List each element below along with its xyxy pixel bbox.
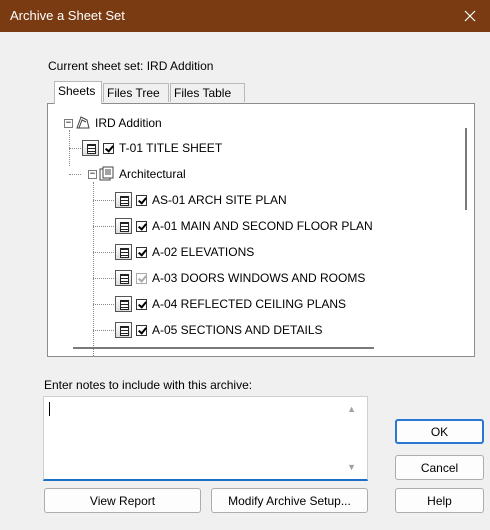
subset-icon [99,166,114,181]
tree-item-label: Architectural [119,167,186,181]
sheet-checkbox [136,272,147,284]
tree-item-label: A-04 REFLECTED CEILING PLANS [152,297,347,311]
sheet-icon [82,140,99,156]
tab-sheets[interactable]: Sheets [54,81,102,104]
tree-item-label: A-02 ELEVATIONS [152,245,255,259]
sheet-checkbox[interactable] [136,194,147,206]
tree-connector [93,278,114,279]
sheet-icon [115,244,132,260]
notes-label: Enter notes to include with this archive… [44,378,253,392]
notes-textarea[interactable]: ▲ ▼ [43,396,368,481]
tree-connector [93,252,114,253]
tree-connector [69,148,81,149]
tree-item-label: A-01 MAIN AND SECOND FLOOR PLAN [152,219,373,233]
collapse-icon[interactable]: − [88,169,97,179]
tree-item-sheet[interactable]: A-03 DOORS WINDOWS AND ROOMS [115,265,365,291]
view-report-button[interactable]: View Report [44,488,201,513]
scroll-down-icon[interactable]: ▼ [347,462,356,472]
sheet-checkbox[interactable] [136,324,147,336]
cancel-button[interactable]: Cancel [395,455,484,480]
tree-connector [69,174,81,175]
text-caret [49,402,50,416]
tree-item-sheet[interactable]: AS-01 ARCH SITE PLAN [115,187,287,213]
vertical-scrollbar[interactable] [465,128,467,210]
tab-files-table[interactable]: Files Table [170,83,245,102]
sheet-icon [115,296,132,312]
close-button[interactable] [450,0,490,32]
tree-item-label: A-05 SECTIONS AND DETAILS [152,323,323,337]
sheet-icon [115,270,132,286]
sheet-icon [115,218,132,234]
current-sheet-set-label: Current sheet set: IRD Addition [48,59,214,73]
title-bar: Archive a Sheet Set [0,0,490,32]
tree-item-root[interactable]: − IRD Addition [64,110,162,136]
tree-item-label: IRD Addition [95,116,162,130]
tree-item-subset[interactable]: − Architectural [88,161,186,187]
tree-item-sheet[interactable]: A-02 ELEVATIONS [115,239,254,265]
sheet-tree[interactable]: − IRD Addition T-01 TITLE SHEET − Archit… [47,103,475,357]
sheet-set-icon [76,116,90,129]
horizontal-scrollbar[interactable] [73,347,374,349]
tree-item-sheet[interactable]: A-04 REFLECTED CEILING PLANS [115,291,346,317]
tree-connector [93,200,114,201]
sheet-checkbox[interactable] [136,298,147,310]
scroll-up-icon[interactable]: ▲ [347,404,356,414]
tree-item-sheet[interactable]: T-01 TITLE SHEET [82,135,222,161]
modify-archive-setup-button[interactable]: Modify Archive Setup... [211,488,368,513]
tree-item-label: T-01 TITLE SHEET [119,141,223,155]
tree-item-label: A-03 DOORS WINDOWS AND ROOMS [152,271,366,285]
tree-item-sheet[interactable]: A-01 MAIN AND SECOND FLOOR PLAN [115,213,373,239]
tree-connector [93,226,114,227]
sheet-checkbox[interactable] [136,220,147,232]
close-icon [464,10,476,22]
tree-item-sheet[interactable]: A-05 SECTIONS AND DETAILS [115,317,323,343]
sheet-checkbox[interactable] [103,142,114,154]
tree-item-label: AS-01 ARCH SITE PLAN [152,193,287,207]
window-title: Archive a Sheet Set [10,8,125,23]
help-button[interactable]: Help [395,488,484,513]
tab-files-tree[interactable]: Files Tree [103,83,169,102]
ok-button[interactable]: OK [395,419,484,444]
sheet-checkbox[interactable] [136,246,147,258]
collapse-icon[interactable]: − [64,118,73,128]
sheet-icon [115,192,132,208]
tree-connector [93,330,114,331]
tree-connector [93,304,114,305]
sheet-icon [115,322,132,338]
